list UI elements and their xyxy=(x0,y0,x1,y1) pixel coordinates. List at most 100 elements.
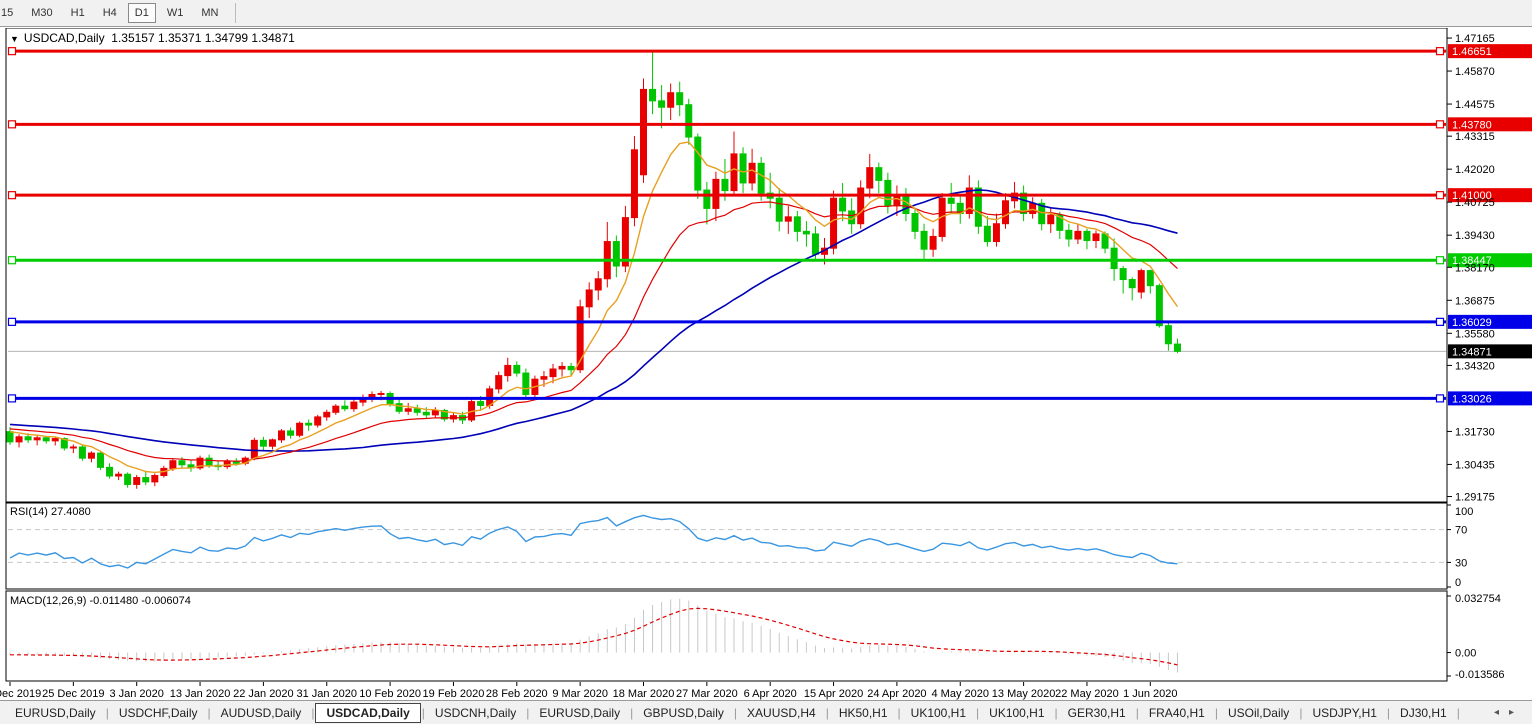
candle-body xyxy=(287,430,295,436)
line-drag-handle[interactable] xyxy=(7,256,17,265)
line-drag-handle[interactable] xyxy=(7,191,17,200)
tab-audusd-daily[interactable]: AUDUSD,Daily xyxy=(212,704,311,722)
date-tick-label: 6 Apr 2020 xyxy=(744,688,797,700)
tab-usdjpy-h1[interactable]: USDJPY,H1 xyxy=(1303,704,1385,722)
candle-body xyxy=(513,364,521,374)
candle-body xyxy=(350,401,358,410)
timeframe-button-mn[interactable]: MN xyxy=(194,3,225,23)
candle-body xyxy=(1047,214,1055,225)
price-line-label-text: 1.46651 xyxy=(1452,46,1492,58)
candle-body xyxy=(802,230,810,235)
rsi-tick-label: 30 xyxy=(1455,557,1467,569)
tab-gbpusd-daily[interactable]: GBPUSD,Daily xyxy=(634,704,733,722)
tab-dj30-h1[interactable]: DJ30,H1 xyxy=(1391,704,1456,722)
candle-body xyxy=(757,162,765,194)
date-tick-label: 28 Feb 2020 xyxy=(486,688,548,700)
tab-usdchf-daily[interactable]: USDCHF,Daily xyxy=(110,704,207,722)
timeframe-button-m30[interactable]: M30 xyxy=(24,3,59,23)
candle-body xyxy=(1101,233,1109,249)
tab-usdcnh-daily[interactable]: USDCNH,Daily xyxy=(426,704,525,722)
tab-fra40-h1[interactable]: FRA40,H1 xyxy=(1140,704,1214,722)
candle-body xyxy=(1155,285,1163,327)
candle-body xyxy=(830,197,838,249)
timeframe-button-h1[interactable]: H1 xyxy=(64,3,92,23)
candle-body xyxy=(305,422,313,426)
line-drag-handle[interactable] xyxy=(1435,317,1445,326)
rsi-panel-border xyxy=(5,502,1448,590)
price-tick-label: 1.38170 xyxy=(1455,262,1495,274)
timeframe-button-w1[interactable]: W1 xyxy=(160,3,191,23)
tab-usdcad-daily[interactable]: USDCAD,Daily xyxy=(315,702,421,723)
date-tick-label: 1 Jun 2020 xyxy=(1123,688,1177,700)
candle-body xyxy=(169,460,177,469)
tab-ger30-h1[interactable]: GER30,H1 xyxy=(1059,704,1135,722)
chart-ohlc-values: 1.35157 1.35371 1.34799 1.34871 xyxy=(111,31,295,45)
tab-scroll-right-icon[interactable]: ▸ xyxy=(1509,707,1524,718)
tab-eurusd-daily[interactable]: EURUSD,Daily xyxy=(6,704,105,722)
chart-dropdown-icon[interactable]: ▼ xyxy=(10,34,19,44)
date-tick-label: 13 Jan 2020 xyxy=(170,688,231,700)
date-tick-label: 4 May 2020 xyxy=(932,688,989,700)
candle-body xyxy=(947,197,955,204)
candle-body xyxy=(594,278,602,291)
toolbar-separator xyxy=(235,3,237,23)
candle-body xyxy=(902,195,910,215)
line-drag-handle[interactable] xyxy=(1435,256,1445,265)
date-tick-label: 27 Mar 2020 xyxy=(676,688,738,700)
chart-symbol-label: USDCAD,Daily xyxy=(23,31,105,45)
candle-body xyxy=(540,376,548,380)
line-drag-handle[interactable] xyxy=(1435,120,1445,129)
candle-body xyxy=(866,167,874,189)
timeframe-button-h4[interactable]: H4 xyxy=(96,3,124,23)
line-drag-handle[interactable] xyxy=(7,47,17,56)
candle-body xyxy=(97,452,104,468)
price-tick-label: 1.44575 xyxy=(1455,99,1495,111)
candle-body xyxy=(341,405,349,410)
candle-body xyxy=(694,136,702,191)
candle-body xyxy=(1110,247,1118,270)
tab-hk50-h1[interactable]: HK50,H1 xyxy=(830,704,897,722)
candle-body xyxy=(250,439,258,459)
line-drag-handle[interactable] xyxy=(1435,191,1445,200)
macd-tick-label: 0.032754 xyxy=(1455,593,1501,605)
candle-body xyxy=(857,187,865,225)
candle-body xyxy=(884,179,892,207)
candle-body xyxy=(893,195,901,207)
tab-uk100-h1[interactable]: UK100,H1 xyxy=(980,704,1053,722)
chart-title: ▼ USDCAD,Daily 1.35157 1.35371 1.34799 1.… xyxy=(10,31,295,45)
date-tick-label: 19 Feb 2020 xyxy=(423,688,485,700)
candle-body xyxy=(133,477,141,485)
line-drag-handle[interactable] xyxy=(7,317,17,326)
candle-body xyxy=(205,457,213,466)
tab-scroll-left-icon[interactable]: ◂ xyxy=(1494,707,1509,718)
candle-body xyxy=(6,431,14,443)
tab-uk100-h1[interactable]: UK100,H1 xyxy=(902,704,975,722)
timeframe-button-15[interactable]: 15 xyxy=(0,3,20,23)
candle-body xyxy=(504,364,512,377)
candle-body xyxy=(983,225,991,243)
date-tick-label: 16 Dec 2019 xyxy=(0,688,41,700)
line-drag-handle[interactable] xyxy=(7,120,17,129)
price-tick-label: 1.34320 xyxy=(1455,360,1495,372)
candle-body xyxy=(739,153,747,184)
candle-body xyxy=(558,365,566,370)
tab-usoil-daily[interactable]: USOil,Daily xyxy=(1219,704,1298,722)
chart-canvas[interactable]: 1.466511.437801.410001.384471.360291.330… xyxy=(0,28,1532,700)
price-tick-label: 1.45870 xyxy=(1455,66,1495,78)
tab-eurusd-daily[interactable]: EURUSD,Daily xyxy=(530,704,629,722)
price-tick-label: 1.35580 xyxy=(1455,328,1495,340)
symbol-tabs: EURUSD,Daily | USDCHF,Daily | AUDUSD,Daily | U… xyxy=(6,702,1461,723)
candle-body xyxy=(992,223,1000,243)
candle-body xyxy=(78,446,86,459)
candle-body xyxy=(1146,270,1154,287)
candle-body xyxy=(477,401,485,406)
candle-body xyxy=(703,189,711,209)
line-drag-handle[interactable] xyxy=(1435,394,1445,403)
timeframe-button-d1[interactable]: D1 xyxy=(127,3,156,23)
tab-xauusd-h4[interactable]: XAUUSD,H4 xyxy=(738,704,825,722)
current-price-label-text: 1.34871 xyxy=(1452,346,1492,358)
line-drag-handle[interactable] xyxy=(7,394,17,403)
candle-body xyxy=(649,88,657,102)
rsi-tick-label: 0 xyxy=(1455,577,1461,589)
line-drag-handle[interactable] xyxy=(1435,47,1445,56)
